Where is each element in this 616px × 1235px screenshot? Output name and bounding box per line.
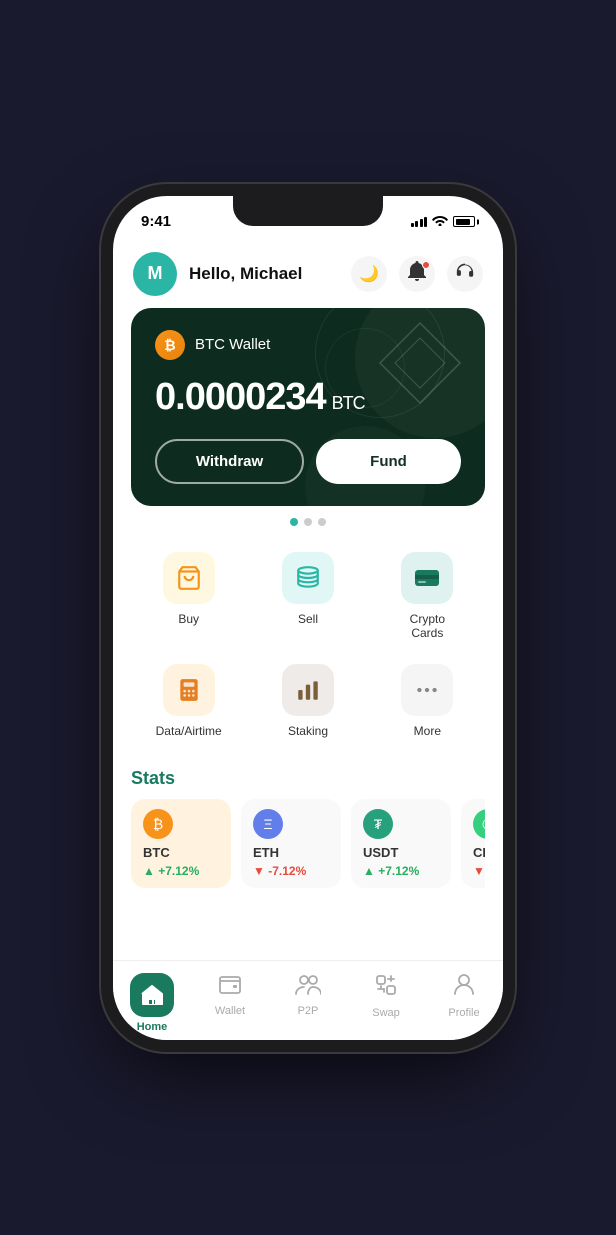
status-time: 9:41: [141, 213, 171, 230]
wallet-name: BTC Wallet: [195, 336, 270, 353]
wallet-balance: 0.0000234 BTC: [155, 376, 461, 419]
action-staking[interactable]: Staking: [248, 654, 367, 748]
stats-title: Stats: [131, 768, 485, 789]
wallet-nav-label: Wallet: [215, 1005, 245, 1017]
headset-icon: [455, 262, 475, 285]
eth-stat-icon: Ξ: [253, 809, 283, 839]
moon-icon: 🌙: [359, 264, 379, 284]
balance-amount: 0.0000234: [155, 376, 326, 418]
btc-coin-icon: ₿: [155, 330, 185, 360]
carousel-dots: [113, 518, 503, 526]
usdt-name: USDT: [363, 845, 398, 860]
p2p-nav-label: P2P: [298, 1005, 319, 1017]
phone-frame: 9:41 M Hello, M: [113, 196, 503, 1040]
status-icons: [411, 214, 476, 229]
more-label: More: [414, 724, 441, 738]
support-button[interactable]: [447, 256, 483, 292]
dot-1[interactable]: [290, 518, 298, 526]
btc-change: +7.12%: [143, 864, 199, 878]
dot-2[interactable]: [304, 518, 312, 526]
stat-celo[interactable]: ◎ CELO -7.12%: [461, 799, 485, 888]
card-buttons: Withdraw Fund: [155, 439, 461, 484]
nav-profile[interactable]: Profile: [425, 969, 503, 1019]
data-airtime-label: Data/Airtime: [156, 724, 222, 738]
action-buy[interactable]: Buy: [129, 542, 248, 650]
home-icon: [141, 985, 163, 1005]
swap-nav-label: Swap: [372, 1007, 400, 1019]
avatar: M: [133, 252, 177, 296]
celo-change: -7.12%: [473, 864, 485, 878]
quick-actions: Buy Sell: [113, 534, 503, 756]
crypto-cards-label: CryptoCards: [410, 612, 445, 640]
screen-content: M Hello, Michael 🌙: [113, 240, 503, 1040]
stat-btc[interactable]: ₿ BTC +7.12%: [131, 799, 231, 888]
buy-label: Buy: [178, 612, 199, 626]
greeting-text: Hello, Michael: [189, 264, 339, 284]
credit-card-icon: [414, 568, 440, 588]
stats-section: Stats ₿ BTC +7.12% Ξ ETH -7.12% ₮ USDT: [113, 760, 503, 898]
celo-name: CELO: [473, 845, 485, 860]
stats-scroll: ₿ BTC +7.12% Ξ ETH -7.12% ₮ USDT +7.12%: [131, 799, 485, 894]
usdt-change: +7.12%: [363, 864, 419, 878]
nav-home[interactable]: Home: [113, 969, 191, 1033]
calculator-icon: [176, 677, 202, 703]
celo-stat-icon: ◎: [473, 809, 485, 839]
sell-label: Sell: [298, 612, 318, 626]
crypto-cards-icon-wrap: [401, 552, 453, 604]
btc-stat-icon: ₿: [143, 809, 173, 839]
p2p-nav-icon: [295, 973, 321, 1001]
btc-name: BTC: [143, 845, 170, 860]
nav-swap[interactable]: Swap: [347, 969, 425, 1019]
header: M Hello, Michael 🌙: [113, 240, 503, 308]
nav-p2p[interactable]: P2P: [269, 969, 347, 1017]
wallet-card: ₿ BTC Wallet 0.0000234 BTC Withdraw Fund: [131, 308, 485, 506]
action-crypto-cards[interactable]: CryptoCards: [368, 542, 487, 650]
cart-icon: [176, 565, 202, 591]
balance-unit: BTC: [332, 393, 365, 413]
profile-nav-label: Profile: [448, 1007, 479, 1019]
wallet-card-container: ₿ BTC Wallet 0.0000234 BTC Withdraw Fund: [113, 308, 503, 506]
dark-mode-button[interactable]: 🌙: [351, 256, 387, 292]
sell-icon-wrap: [282, 552, 334, 604]
withdraw-button[interactable]: Withdraw: [155, 439, 304, 484]
action-more[interactable]: More: [368, 654, 487, 748]
stat-eth[interactable]: Ξ ETH -7.12%: [241, 799, 341, 888]
signal-bars-icon: [411, 217, 428, 227]
action-sell[interactable]: Sell: [248, 542, 367, 650]
wallet-title-row: ₿ BTC Wallet: [155, 330, 461, 360]
staking-icon-wrap: [282, 664, 334, 716]
eth-name: ETH: [253, 845, 279, 860]
eth-change: -7.12%: [253, 864, 306, 878]
bar-chart-icon: [295, 677, 321, 703]
dots-icon: [414, 677, 440, 703]
wifi-icon: [432, 214, 448, 229]
wallet-nav-icon: [218, 973, 242, 1001]
buy-icon-wrap: [163, 552, 215, 604]
fund-button[interactable]: Fund: [316, 439, 461, 484]
more-icon-wrap: [401, 664, 453, 716]
bottom-nav: Home Wallet: [113, 960, 503, 1040]
header-actions: 🌙: [351, 256, 483, 292]
dot-3[interactable]: [318, 518, 326, 526]
battery-icon: [453, 216, 475, 227]
profile-nav-icon: [453, 973, 475, 1003]
swap-nav-icon: [374, 973, 398, 1003]
notifications-button[interactable]: [399, 256, 435, 292]
action-data-airtime[interactable]: Data/Airtime: [129, 654, 248, 748]
stack-icon: [295, 565, 321, 591]
notch: [233, 196, 383, 226]
usdt-stat-icon: ₮: [363, 809, 393, 839]
home-nav-label: Home: [137, 1021, 168, 1033]
nav-wallet[interactable]: Wallet: [191, 969, 269, 1017]
stat-usdt[interactable]: ₮ USDT +7.12%: [351, 799, 451, 888]
home-icon-bg: [130, 973, 174, 1017]
staking-label: Staking: [288, 724, 328, 738]
data-airtime-icon-wrap: [163, 664, 215, 716]
notification-badge: [422, 261, 430, 269]
